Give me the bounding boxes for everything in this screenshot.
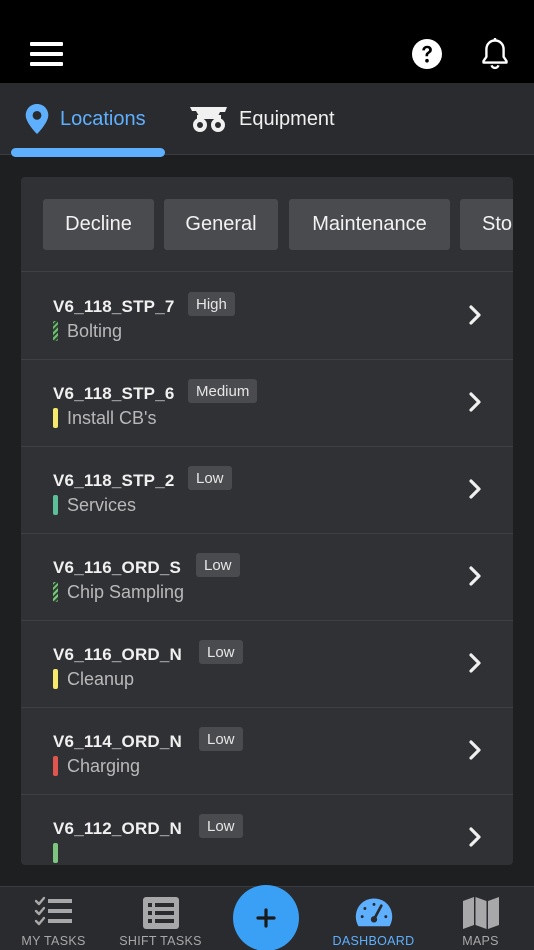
filter-chip-maintenance[interactable]: Maintenance (289, 199, 450, 250)
location-name: V6_118_STP_2 (53, 471, 175, 490)
task-status-bar (53, 843, 58, 863)
task-status-bar (53, 408, 58, 428)
chevron-right-icon (469, 566, 481, 586)
task-name: Install CB's (67, 407, 157, 428)
location-name: V6_118_STP_7 (53, 297, 175, 316)
task-name: Bolting (67, 320, 123, 341)
tab-equipment[interactable]: Equipment (189, 83, 335, 155)
list-icon (142, 897, 179, 929)
nav-dashboard[interactable]: DASHBOARD (320, 887, 427, 950)
chevron-right-icon (469, 827, 481, 847)
task-name: Charging (67, 755, 141, 776)
tab-locations[interactable]: Locations (24, 83, 146, 155)
filter-chip-decline[interactable]: Decline (43, 199, 154, 250)
category-filter-bar[interactable]: Decline General Maintenance Sto (21, 177, 513, 272)
bell-icon[interactable] (479, 37, 511, 71)
location-name: V6_114_ORD_N (53, 732, 183, 751)
task-row[interactable]: V6_118_STP_2 Low Services (21, 447, 513, 534)
app-header (0, 0, 534, 83)
task-list-card: Decline General Maintenance Sto V6_118_S… (21, 177, 513, 865)
task-status-bar (53, 756, 58, 776)
task-status-bar (53, 321, 58, 341)
chevron-right-icon (469, 740, 481, 760)
active-tab-indicator (11, 148, 165, 157)
chevron-right-icon (469, 479, 481, 499)
priority-badge: Low (199, 814, 243, 838)
priority-badge: Medium (188, 379, 258, 403)
task-row[interactable]: V6_116_ORD_N Low Cleanup (21, 621, 513, 708)
priority-badge: Low (199, 727, 243, 751)
segment-tabs: Locations Equipment (0, 83, 534, 155)
tab-equipment-label: Equipment (239, 107, 335, 130)
nav-my-tasks-label: MY TASKS (21, 934, 86, 948)
mining-truck-icon (190, 107, 227, 132)
filter-chip-storage[interactable]: Sto (460, 199, 513, 250)
task-status-bar (53, 669, 58, 689)
map-icon (462, 897, 499, 929)
task-status-bar (53, 582, 58, 602)
nav-maps-label: MAPS (462, 934, 499, 948)
location-pin-icon (25, 104, 49, 134)
task-row[interactable]: V6_112_ORD_N Low (21, 795, 513, 865)
priority-badge: Low (196, 553, 240, 577)
location-name: V6_116_ORD_S (53, 558, 182, 577)
chevron-right-icon (469, 653, 481, 673)
speedometer-icon (355, 898, 392, 927)
priority-badge: Low (199, 640, 243, 664)
task-row[interactable]: V6_118_STP_6 Medium Install CB's (21, 360, 513, 447)
task-row[interactable]: V6_118_STP_7 High Bolting (21, 273, 513, 360)
nav-dashboard-label: DASHBOARD (332, 934, 415, 948)
priority-badge: High (188, 292, 235, 316)
location-name: V6_112_ORD_N (53, 819, 183, 838)
chevron-right-icon (469, 392, 481, 412)
task-status-bar (53, 495, 58, 515)
task-name: Chip Sampling (67, 581, 185, 602)
filter-chip-general[interactable]: General (164, 199, 278, 250)
tab-locations-label: Locations (60, 107, 146, 130)
priority-badge: Low (188, 466, 232, 490)
nav-my-tasks[interactable]: MY TASKS (0, 887, 107, 950)
add-icon (256, 908, 276, 928)
hamburger-menu-icon[interactable] (30, 42, 63, 66)
nav-shift-tasks[interactable]: SHIFT TASKS (107, 887, 214, 950)
add-task-button[interactable] (233, 885, 299, 950)
task-name: Cleanup (67, 668, 135, 689)
chevron-right-icon (469, 305, 481, 325)
task-row[interactable]: V6_116_ORD_S Low Chip Sampling (21, 534, 513, 621)
location-name: V6_118_STP_6 (53, 384, 175, 403)
help-circle-icon[interactable] (411, 38, 443, 70)
checklist-icon (34, 896, 72, 926)
nav-shift-tasks-label: SHIFT TASKS (119, 934, 202, 948)
task-row[interactable]: V6_114_ORD_N Low Charging (21, 708, 513, 795)
nav-maps[interactable]: MAPS (427, 887, 534, 950)
location-name: V6_116_ORD_N (53, 645, 183, 664)
task-name: Services (67, 494, 137, 515)
